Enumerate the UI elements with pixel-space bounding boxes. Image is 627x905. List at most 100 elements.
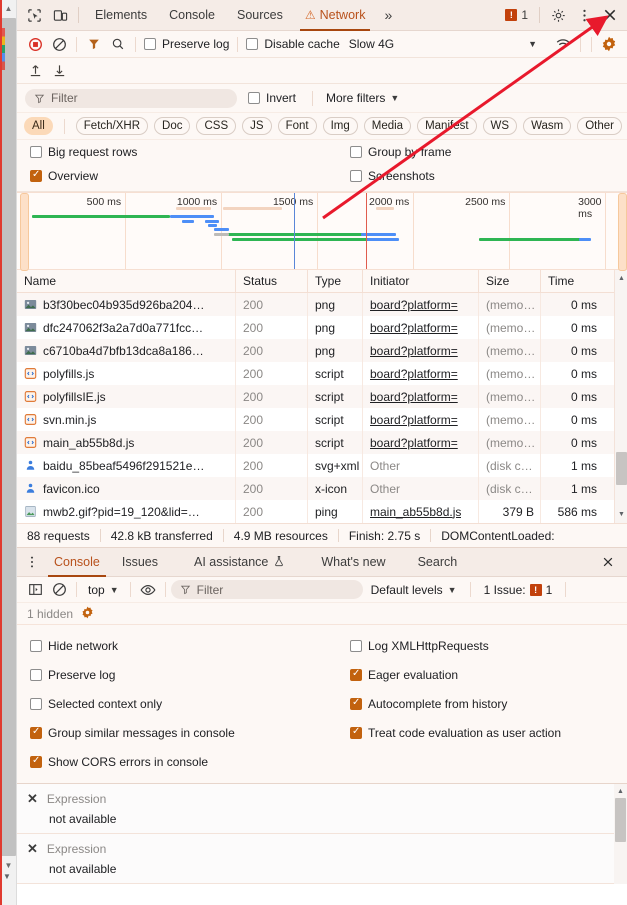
cell-name[interactable]: polyfillsIE.js: [17, 385, 236, 408]
inspect-element-icon[interactable]: [21, 2, 47, 28]
export-har-icon[interactable]: [47, 60, 71, 82]
initiator-link[interactable]: board?platform=: [370, 367, 458, 381]
throttle-select[interactable]: Slow 4G: [343, 37, 400, 51]
table-row[interactable]: mwb2.gif?pid=19_120&lid=… 200 ping main_ab5…: [17, 500, 627, 523]
drawer-tab-console[interactable]: Console: [43, 548, 111, 577]
expression-scroll-thumb[interactable]: [615, 798, 626, 842]
tab-network[interactable]: ⚠ Network: [294, 0, 377, 31]
cell-name[interactable]: favicon.ico: [17, 477, 236, 500]
preserve-log-checkbox[interactable]: Preserve log: [141, 37, 232, 51]
more-filters-dropdown[interactable]: More filters ▼: [326, 91, 399, 105]
expression-placeholder-2[interactable]: Expression: [47, 842, 106, 856]
overview-right-handle[interactable]: [618, 193, 627, 271]
preserve-log-box[interactable]: [144, 38, 156, 50]
expression-placeholder-1[interactable]: Expression: [47, 792, 106, 806]
chip-fetch-xhr[interactable]: Fetch/XHR: [75, 117, 149, 135]
cell-name[interactable]: mwb2.gif?pid=19_120&lid=…: [17, 500, 236, 523]
group-by-frame-checkbox[interactable]: Group by frame: [347, 145, 454, 159]
console-sidebar-icon[interactable]: [23, 579, 47, 601]
column-header-type[interactable]: Type: [308, 270, 363, 292]
page-scroll-thumb[interactable]: [1, 18, 16, 856]
hide-network-checkbox[interactable]: Hide network: [27, 639, 121, 653]
table-row[interactable]: b3f30bec04b935d926ba204… 200 png board?plat…: [17, 293, 627, 316]
cell-initiator[interactable]: board?platform=: [363, 316, 479, 339]
remove-expression-icon-2[interactable]: ✕: [27, 841, 38, 857]
initiator-link[interactable]: board?platform=: [370, 390, 458, 404]
cell-initiator[interactable]: board?platform=: [363, 408, 479, 431]
column-header-status[interactable]: Status: [236, 270, 308, 292]
group-by-frame-box[interactable]: [350, 146, 362, 158]
table-row[interactable]: svn.min.js 200 script board?platform= (memo……: [17, 408, 627, 431]
initiator-link[interactable]: board?platform=: [370, 436, 458, 450]
network-table-scroll-up[interactable]: ▲: [615, 272, 627, 285]
expression-left-arrow[interactable]: ▼: [3, 872, 11, 881]
more-tabs-button[interactable]: »: [376, 0, 400, 31]
page-scrollbar[interactable]: ▲ ▼: [0, 0, 17, 905]
chip-wasm[interactable]: Wasm: [523, 117, 572, 135]
eager-evaluation-box[interactable]: [350, 668, 362, 681]
live-expression-icon[interactable]: [136, 579, 160, 601]
table-row[interactable]: main_ab55b8d.js 200 script board?platform= (…: [17, 431, 627, 454]
tab-elements[interactable]: Elements: [84, 0, 158, 31]
selected-context-only-box[interactable]: [30, 697, 42, 710]
column-header-size[interactable]: Size: [479, 270, 541, 292]
column-header-initiator[interactable]: Initiator: [363, 270, 479, 292]
initiator-link[interactable]: main_ab55b8d.js: [370, 505, 461, 519]
screenshots-box[interactable]: [350, 170, 362, 182]
screenshots-checkbox[interactable]: Screenshots: [347, 169, 438, 183]
table-row[interactable]: polyfillsIE.js 200 script board?platform= (m…: [17, 385, 627, 408]
table-row[interactable]: polyfills.js 200 script board?platform= (mem…: [17, 362, 627, 385]
kebab-menu-icon[interactable]: [571, 2, 597, 28]
initiator-link[interactable]: board?platform=: [370, 321, 458, 335]
disable-cache-box[interactable]: [246, 38, 259, 50]
table-row[interactable]: favicon.ico 200 x-icon Other (disk c… 1 ms: [17, 477, 627, 500]
cell-initiator[interactable]: board?platform=: [363, 339, 479, 362]
big-request-rows-checkbox[interactable]: Big request rows: [27, 145, 140, 159]
chip-manifest[interactable]: Manifest: [417, 117, 477, 135]
chip-doc[interactable]: Doc: [154, 117, 191, 135]
network-table-scroll-down[interactable]: ▼: [615, 508, 627, 521]
chip-media[interactable]: Media: [363, 117, 412, 135]
filter-funnel-icon[interactable]: [82, 33, 106, 55]
autocomplete-from-history-checkbox[interactable]: Autocomplete from history: [347, 697, 510, 711]
cell-initiator[interactable]: board?platform=: [363, 362, 479, 385]
cell-name[interactable]: baidu_85beaf5496f291521e…: [17, 454, 236, 477]
drawer-tab-ai-assistance[interactable]: AI assistance: [183, 548, 296, 577]
console-settings-gear-icon[interactable]: [81, 606, 94, 622]
console-preserve-log-box[interactable]: [30, 668, 42, 681]
page-scroll-up-arrow[interactable]: ▲: [0, 0, 17, 17]
console-filter-input[interactable]: Filter: [170, 580, 363, 599]
chip-font[interactable]: Font: [277, 117, 317, 135]
tab-sources[interactable]: Sources: [226, 0, 294, 31]
initiator-link[interactable]: board?platform=: [370, 413, 458, 427]
log-xmlhttprequests-checkbox[interactable]: Log XMLHttpRequests: [347, 639, 492, 653]
disable-cache-checkbox[interactable]: Disable cache: [243, 37, 342, 51]
cell-name[interactable]: dfc247062f3a2a7d0a771fcc…: [17, 316, 236, 339]
console-preserve-log-checkbox[interactable]: Preserve log: [27, 668, 118, 682]
network-table-scroll-thumb[interactable]: [616, 452, 627, 485]
console-levels-dropdown[interactable]: Default levels ▼: [363, 583, 465, 597]
cell-name[interactable]: c6710ba4d7bfb13dca8a186…: [17, 339, 236, 362]
invert-checkbox[interactable]: Invert: [245, 91, 299, 105]
close-icon[interactable]: [597, 2, 623, 28]
initiator-link[interactable]: board?platform=: [370, 344, 458, 358]
big-request-rows-box[interactable]: [30, 146, 42, 158]
cell-initiator[interactable]: board?platform=: [363, 431, 479, 454]
cell-name[interactable]: main_ab55b8d.js: [17, 431, 236, 454]
cell-initiator[interactable]: board?platform=: [363, 385, 479, 408]
invert-box[interactable]: [248, 92, 260, 104]
tab-console[interactable]: Console: [158, 0, 226, 31]
eager-evaluation-checkbox[interactable]: Eager evaluation: [347, 668, 461, 682]
table-row[interactable]: dfc247062f3a2a7d0a771fcc… 200 png board?pla…: [17, 316, 627, 339]
cell-initiator[interactable]: main_ab55b8d.js: [363, 500, 479, 523]
show-cors-errors-box[interactable]: [30, 755, 42, 768]
expression-scrollbar[interactable]: ▲: [614, 784, 627, 884]
chip-all[interactable]: All: [24, 117, 53, 135]
selected-context-only-checkbox[interactable]: Selected context only: [27, 697, 165, 711]
cell-name[interactable]: polyfills.js: [17, 362, 236, 385]
hide-network-box[interactable]: [30, 639, 42, 652]
network-settings-gear-icon[interactable]: [597, 33, 621, 55]
group-similar-messages-box[interactable]: [30, 726, 42, 739]
chip-ws[interactable]: WS: [482, 117, 518, 135]
drawer-kebab-menu-icon[interactable]: [21, 549, 43, 575]
